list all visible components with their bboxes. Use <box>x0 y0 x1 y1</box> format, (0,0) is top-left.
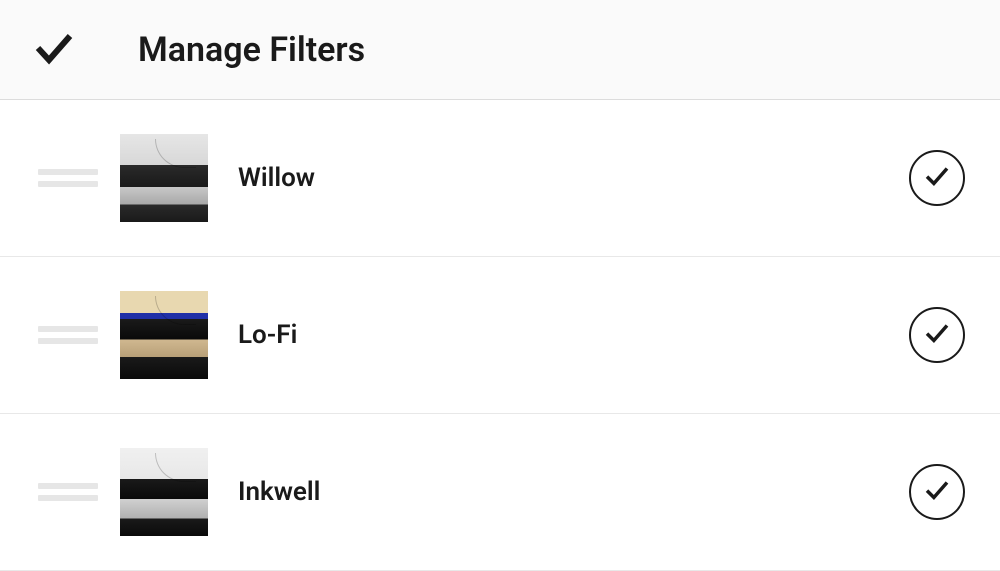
filter-row[interactable]: Inkwell <box>0 414 1000 571</box>
checkmark-icon <box>922 318 952 352</box>
header: Manage Filters <box>0 0 1000 100</box>
filter-enabled-toggle[interactable] <box>909 150 965 206</box>
filter-label: Inkwell <box>238 477 909 507</box>
filter-row[interactable]: Lo-Fi <box>0 257 1000 414</box>
filter-thumbnail <box>120 448 208 536</box>
filter-enabled-toggle[interactable] <box>909 464 965 520</box>
checkmark-icon <box>922 161 952 195</box>
drag-handle-icon[interactable] <box>38 169 98 187</box>
filter-label: Willow <box>238 163 909 193</box>
confirm-icon[interactable] <box>30 24 78 76</box>
drag-handle-icon[interactable] <box>38 326 98 344</box>
checkmark-icon <box>922 475 952 509</box>
drag-handle-icon[interactable] <box>38 483 98 501</box>
filter-thumbnail <box>120 134 208 222</box>
filter-enabled-toggle[interactable] <box>909 307 965 363</box>
filter-label: Lo-Fi <box>238 320 909 350</box>
page-title: Manage Filters <box>138 30 365 70</box>
filter-row[interactable]: Willow <box>0 100 1000 257</box>
filter-thumbnail <box>120 291 208 379</box>
filter-list: Willow Lo-Fi I <box>0 100 1000 571</box>
